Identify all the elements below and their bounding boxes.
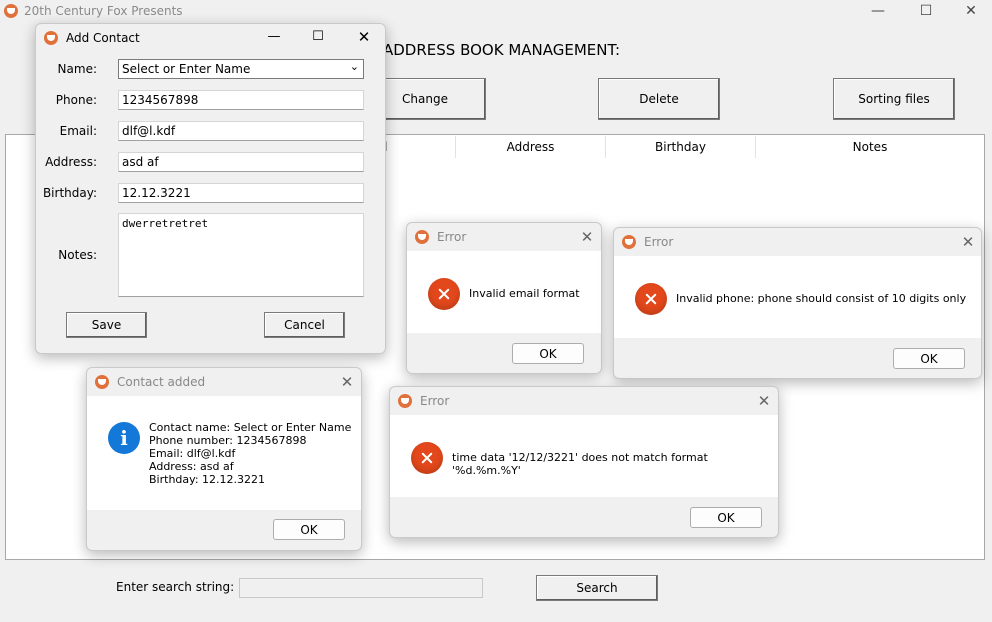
close-icon: ✕ [965,3,977,19]
phone-error-dialog: Error ✕ Invalid phone: phone should cons… [613,227,982,379]
phone-error-close-button[interactable]: ✕ [958,232,978,252]
date-error-dialog: Error ✕ time data '12/12/3221' does not … [389,386,779,538]
main-title-bar: 20th Century Fox Presents — ☐ ✕ [0,0,992,24]
add-contact-title-bar: Add Contact [36,24,385,52]
notes-textarea[interactable]: dwerretretret [118,213,364,297]
close-button[interactable]: ✕ [948,0,992,22]
cancel-button[interactable]: Cancel [264,312,345,338]
phone-error-title-bar: Error [614,228,981,256]
notes-label: Notes: [58,248,97,262]
email-error-ok-button[interactable]: OK [512,343,584,364]
info-icon: i [108,422,140,454]
contact-added-title: Contact added [117,375,206,389]
date-error-message: time data '12/12/3221' does not match fo… [452,451,708,477]
column-header-address[interactable]: Address [456,136,606,158]
name-combobox[interactable]: Select or Enter Name ⌄ [118,59,364,79]
app-fox-icon [398,394,412,408]
birthday-label: Birthday: [42,186,97,200]
search-label: Enter search string: [116,580,235,594]
add-contact-maximize-button[interactable]: ☐ [308,29,328,47]
date-error-title-bar: Error [390,387,778,415]
phone-error-ok-button[interactable]: OK [893,348,965,369]
app-fox-icon [4,4,18,18]
email-error-title-bar: Error [407,223,601,251]
phone-error-message: Invalid phone: phone should consist of 1… [676,292,967,305]
add-contact-dialog: Add Contact — ☐ ✕ Name: Select or Enter … [35,23,386,354]
contact-added-body: i Contact name: Select or Enter Name Pho… [87,396,361,510]
date-error-body: time data '12/12/3221' does not match fo… [390,415,778,497]
date-error-close-button[interactable]: ✕ [754,391,774,411]
chevron-down-icon: ⌄ [349,60,359,73]
email-error-dialog: Error ✕ Invalid email format OK [406,222,602,374]
search-button[interactable]: Search [536,575,658,601]
email-field[interactable]: dlf@l.kdf [118,121,364,141]
minimize-button[interactable]: — [855,0,901,22]
error-icon [411,442,443,474]
minimize-icon: — [871,3,885,19]
name-label: Name: [57,62,97,76]
maximize-icon: ☐ [919,3,933,19]
sorting-files-button[interactable]: Sorting files [833,78,955,120]
email-error-close-button[interactable]: ✕ [577,227,597,247]
email-error-title: Error [437,230,467,244]
error-icon [428,278,460,310]
contact-added-close-button[interactable]: ✕ [337,372,357,392]
save-button[interactable]: Save [66,312,147,338]
email-error-message: Invalid email format [469,287,580,300]
address-label: Address: [45,155,97,169]
contact-added-line: Address: asd af [149,460,234,473]
phone-field[interactable]: 1234567898 [118,90,364,110]
contact-added-title-bar: Contact added [87,368,361,396]
name-combobox-value: Select or Enter Name [122,62,251,76]
app-fox-icon [95,375,109,389]
birthday-field[interactable]: 12.12.3221 [118,183,364,203]
main-window-title: 20th Century Fox Presents [24,4,183,18]
contact-added-line: Birthday: 12.12.3221 [149,473,266,486]
app-fox-icon [44,31,58,45]
phone-label: Phone: [55,93,97,107]
contact-added-ok-button[interactable]: OK [273,519,345,540]
add-contact-close-button[interactable]: ✕ [354,28,374,46]
app-fox-icon [415,230,429,244]
column-header-notes[interactable]: Notes [756,136,984,158]
page-heading: ADDRESS BOOK MANAGEMENT: [383,41,621,59]
contact-added-line: Contact name: Select or Enter Name [149,421,352,434]
phone-error-title: Error [644,235,674,249]
contact-added-message: Contact name: Select or Enter Name Phone… [149,421,351,486]
contact-added-line: Email: dlf@l.kdf [149,447,236,460]
column-header-birthday[interactable]: Birthday [606,136,756,158]
email-label: Email: [59,124,97,138]
date-error-title: Error [420,394,450,408]
address-field[interactable]: asd af [118,152,364,172]
date-error-ok-button[interactable]: OK [690,507,762,528]
search-input[interactable] [239,578,483,598]
add-contact-title: Add Contact [66,31,140,45]
add-contact-minimize-button[interactable]: — [264,29,284,47]
email-error-body: Invalid email format [407,251,601,333]
contact-added-dialog: Contact added ✕ i Contact name: Select o… [86,367,362,551]
delete-button[interactable]: Delete [598,78,720,120]
maximize-button[interactable]: ☐ [903,0,949,22]
contact-added-line: Phone number: 1234567898 [149,434,307,447]
error-icon [635,283,667,315]
app-fox-icon [622,235,636,249]
phone-error-body: Invalid phone: phone should consist of 1… [614,256,981,338]
